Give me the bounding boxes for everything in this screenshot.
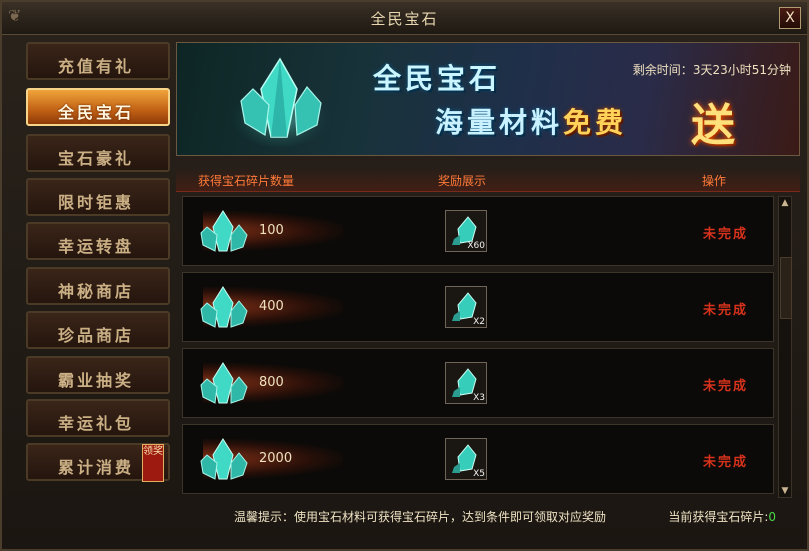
fragment-counter-label: 当前获得宝石碎片: (668, 510, 769, 524)
event-banner: 全民宝石 海量材料免费 送 剩余时间：3天23小时51分钟 (176, 42, 800, 156)
list-scrollbar[interactable]: ▲ ▼ (778, 196, 792, 498)
close-button[interactable]: X (779, 7, 801, 29)
scroll-up-icon[interactable]: ▲ (780, 198, 790, 208)
gem-icon (200, 362, 248, 404)
sidebar-item-label: 神秘商店 (58, 282, 135, 301)
sidebar-item-label: 霸业抽奖 (58, 371, 135, 390)
sidebar-item-label: 充值有礼 (58, 57, 135, 76)
table-row: 2000 X5 未完成 (182, 424, 774, 494)
status-text: 未完成 (703, 455, 749, 470)
required-amount: 400 (259, 299, 284, 314)
reward-slot[interactable]: X2 (445, 286, 487, 328)
header-action: 操作 (702, 174, 727, 188)
required-amount: 100 (259, 223, 284, 238)
banner-subtitle: 海量材料免费 (435, 101, 627, 141)
status-text: 未完成 (703, 303, 749, 318)
reward-qty: X5 (473, 469, 485, 479)
gem-icon (226, 57, 334, 147)
sidebar-item-gem-gift[interactable]: 宝石豪礼 (26, 134, 170, 172)
sidebar-item-gem-event[interactable]: 全民宝石 (26, 88, 170, 126)
table-row: 400 X2 未完成 (182, 272, 774, 342)
banner-send-text: 送 (691, 100, 735, 151)
table-row: 800 X3 未完成 (182, 348, 774, 418)
scroll-down-icon[interactable]: ▼ (780, 486, 790, 496)
sidebar-item-lucky-wheel[interactable]: 幸运转盘 (26, 222, 170, 260)
sidebar-item-mystery-shop[interactable]: 神秘商店 (26, 267, 170, 305)
reward-qty: X3 (473, 393, 485, 403)
reward-qty: X2 (473, 317, 485, 327)
banner-title: 全民宝石 (373, 62, 502, 95)
sidebar: 充值有礼 全民宝石 宝石豪礼 限时钜惠 幸运转盘 神秘商店 珍品商店 霸业抽奖 … (26, 42, 172, 487)
gem-icon (200, 438, 248, 480)
status-text: 未完成 (703, 227, 749, 242)
header-count: 获得宝石碎片数量 (198, 174, 295, 188)
countdown: 剩余时间：3天23小时51分钟 (633, 61, 791, 78)
reward-list: 100 X60 未完成 400 X2 未完成 800 X3 未完成 2000 X… (182, 196, 774, 498)
sidebar-item-label: 幸运转盘 (58, 237, 135, 256)
reward-slot[interactable]: X60 (445, 210, 487, 252)
reward-slot[interactable]: X5 (445, 438, 487, 480)
banner-subtitle-free: 免费 (563, 106, 628, 139)
hint-text: 温馨提示：使用宝石材料可获得宝石碎片，达到条件即可领取对应奖励 (234, 510, 607, 524)
required-amount: 2000 (259, 451, 293, 466)
main-panel: 全民宝石 海量材料免费 送 剩余时间：3天23小时51分钟 获得宝石碎片数量 奖… (176, 42, 800, 532)
sidebar-item-label: 宝石豪礼 (58, 149, 135, 168)
sidebar-item-treasure-shop[interactable]: 珍品商店 (26, 311, 170, 349)
countdown-label: 剩余时间： (632, 63, 693, 77)
sidebar-item-label: 累计消费 (58, 458, 135, 477)
window-title: 全民宝石 (370, 10, 439, 28)
gem-icon (200, 210, 248, 252)
sidebar-item-label: 全民宝石 (58, 103, 135, 122)
gem-icon (200, 286, 248, 328)
sidebar-item-label: 限时钜惠 (58, 193, 135, 212)
sidebar-item-label: 珍品商店 (58, 326, 135, 345)
scrollbar-thumb[interactable] (780, 257, 792, 319)
sidebar-item-lottery[interactable]: 霸业抽奖 (26, 356, 170, 394)
claim-badge[interactable]: 领奖 (142, 444, 164, 482)
sidebar-item-label: 幸运礼包 (58, 414, 135, 433)
table-header: 获得宝石碎片数量 奖励展示 操作 (176, 167, 800, 192)
sidebar-item-lucky-pack[interactable]: 幸运礼包 (26, 399, 170, 437)
title-bar: ❦ 全民宝石 X (2, 2, 807, 35)
header-reward: 奖励展示 (438, 174, 487, 188)
sidebar-item-limited-deal[interactable]: 限时钜惠 (26, 178, 170, 216)
banner-subtitle-a: 海量材料 (435, 106, 564, 139)
fragment-counter: 当前获得宝石碎片:0 (668, 508, 776, 525)
status-text: 未完成 (703, 379, 749, 394)
required-amount: 800 (259, 375, 284, 390)
sidebar-item-total-spend[interactable]: 累计消费 领奖 (26, 443, 170, 482)
countdown-value: 3天23小时51分钟 (692, 63, 791, 77)
table-row: 100 X60 未完成 (182, 196, 774, 266)
reward-slot[interactable]: X3 (445, 362, 487, 404)
event-window: ❦ 全民宝石 X 充值有礼 全民宝石 宝石豪礼 限时钜惠 幸运转盘 神秘商店 珍… (0, 0, 809, 551)
fragment-counter-value: 0 (768, 510, 776, 524)
reward-qty: X60 (467, 241, 485, 251)
sidebar-item-recharge[interactable]: 充值有礼 (26, 42, 170, 80)
